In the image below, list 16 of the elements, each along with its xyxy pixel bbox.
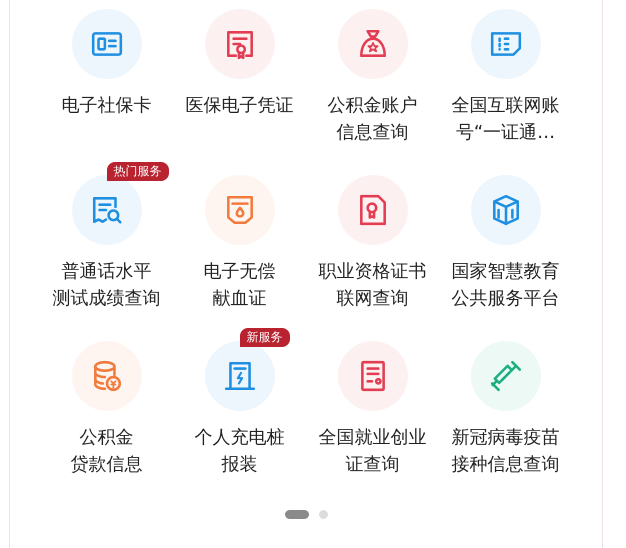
- charging-pile-icon: [222, 359, 256, 393]
- badge: 热门服务: [106, 162, 168, 181]
- service-label[interactable]: 电子社保卡: [62, 92, 152, 119]
- service-label[interactable]: 国家智慧教育 公共服务平台: [452, 258, 560, 312]
- service-label[interactable]: 职业资格证书 联网查询: [318, 258, 426, 312]
- service-label[interactable]: 公积金 贷款信息: [70, 424, 142, 478]
- service-label[interactable]: 个人充电桩 报装: [194, 424, 284, 478]
- service-label[interactable]: 医保电子凭证: [186, 92, 294, 119]
- service-label[interactable]: 新冠病毒疫苗 接种信息查询: [452, 424, 560, 478]
- badge: 新服务: [240, 328, 290, 347]
- service-label[interactable]: 公积金账户 信息查询: [328, 92, 418, 146]
- syringe-icon: [488, 359, 522, 393]
- service-label[interactable]: 全国互联网账 号“一证通…: [452, 92, 560, 146]
- service-label[interactable]: 电子无偿 献血证: [204, 258, 276, 312]
- service-label[interactable]: 普通话水平 测试成绩查询: [52, 258, 160, 312]
- service-label[interactable]: 全国就业创业 证查询: [318, 424, 426, 478]
